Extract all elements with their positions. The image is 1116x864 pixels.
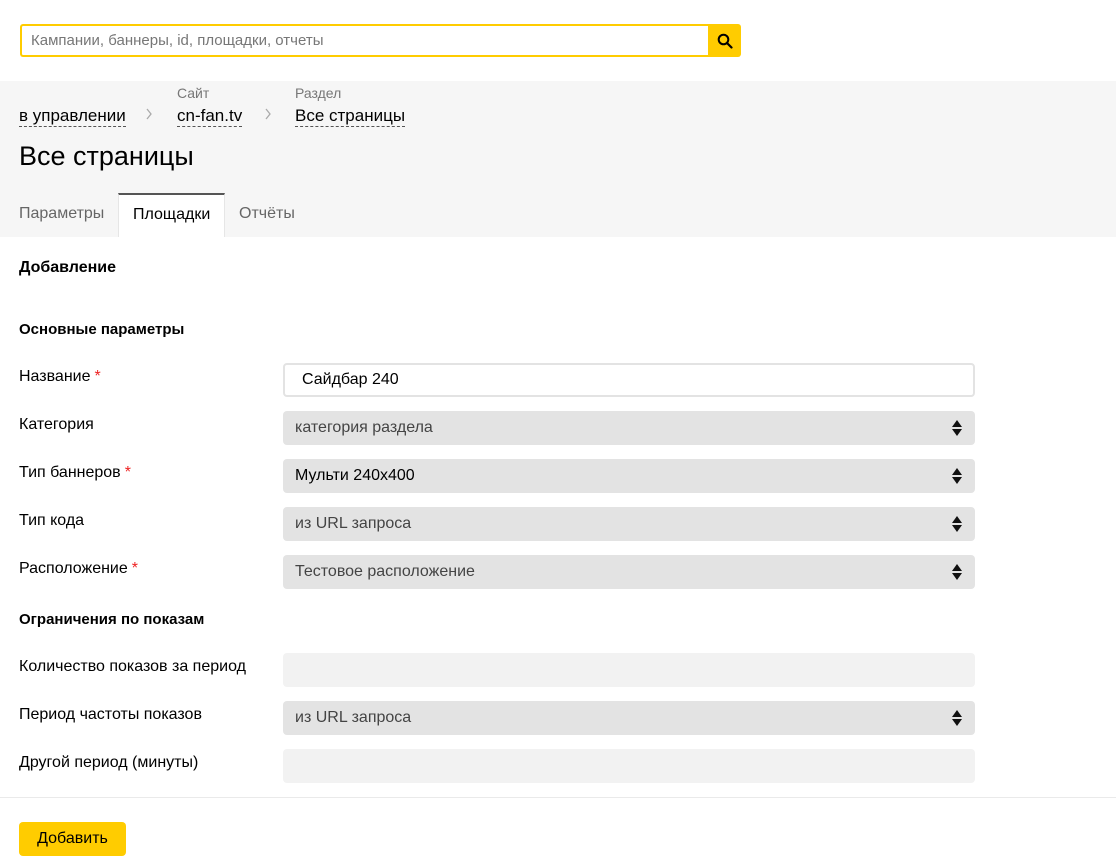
impressions-count-input[interactable] bbox=[283, 653, 975, 687]
code-type-select[interactable]: из URL запроса bbox=[283, 507, 975, 541]
section-impression-limits: Ограничения по показам bbox=[19, 611, 205, 628]
sort-arrows-icon bbox=[952, 710, 962, 726]
chevron-right-icon bbox=[146, 85, 154, 128]
tab-parameters[interactable]: Параметры bbox=[19, 193, 104, 237]
placement-select-value: Тестовое расположение bbox=[295, 563, 475, 580]
label-banner-type: Тип баннеров * bbox=[19, 464, 131, 482]
label-name: Название * bbox=[19, 368, 101, 386]
search-bar bbox=[20, 24, 741, 57]
breadcrumb-link-management[interactable]: в управлении bbox=[19, 106, 126, 127]
tabs: Параметры Площадки Отчёты bbox=[0, 193, 1116, 237]
label-placement-text: Расположение bbox=[19, 560, 128, 577]
required-mark: * bbox=[131, 560, 138, 577]
banner-type-select-value: Мульти 240x400 bbox=[295, 467, 415, 484]
label-frequency-period-text: Период частоты показов bbox=[19, 706, 202, 723]
label-name-text: Название bbox=[19, 368, 91, 385]
category-select[interactable]: категория раздела bbox=[283, 411, 975, 445]
search-button[interactable] bbox=[708, 24, 741, 57]
label-other-period-text: Другой период (минуты) bbox=[19, 754, 199, 771]
label-category-text: Категория bbox=[19, 416, 94, 433]
breadcrumb-caption: Раздел bbox=[295, 85, 342, 101]
frequency-period-select[interactable]: из URL запроса bbox=[283, 701, 975, 735]
category-select-value: категория раздела bbox=[295, 419, 433, 436]
label-code-type-text: Тип кода bbox=[19, 512, 85, 529]
breadcrumb-caption: Сайт bbox=[177, 85, 210, 101]
search-input[interactable] bbox=[20, 24, 708, 57]
label-frequency-period: Период частоты показов bbox=[19, 706, 202, 724]
label-impressions-count-text: Количество показов за период bbox=[19, 658, 246, 675]
name-input-value: Сайдбар 240 bbox=[302, 371, 399, 388]
frequency-period-select-value: из URL запроса bbox=[295, 709, 412, 726]
sort-arrows-icon bbox=[952, 564, 962, 580]
sort-arrows-icon bbox=[952, 420, 962, 436]
placement-select[interactable]: Тестовое расположение bbox=[283, 555, 975, 589]
banner-type-select[interactable]: Мульти 240x400 bbox=[283, 459, 975, 493]
search-icon bbox=[717, 33, 733, 49]
sort-arrows-icon bbox=[952, 468, 962, 484]
label-banner-type-text: Тип баннеров bbox=[19, 464, 121, 481]
label-other-period: Другой период (минуты) bbox=[19, 754, 198, 772]
label-code-type: Тип кода bbox=[19, 512, 84, 530]
breadcrumb-link-section[interactable]: Все страницы bbox=[295, 106, 406, 127]
tab-placements[interactable]: Площадки bbox=[118, 193, 226, 237]
page-title: Все страницы bbox=[19, 141, 194, 171]
form-heading: Добавление bbox=[19, 259, 117, 276]
tab-reports[interactable]: Отчёты bbox=[239, 193, 295, 237]
sort-arrows-icon bbox=[952, 516, 962, 532]
label-impressions-count: Количество показов за период bbox=[19, 658, 246, 676]
code-type-select-value: из URL запроса bbox=[295, 515, 412, 532]
other-period-input[interactable] bbox=[283, 749, 975, 783]
label-category: Категория bbox=[19, 416, 94, 434]
label-placement: Расположение * bbox=[19, 560, 138, 578]
required-mark: * bbox=[94, 368, 101, 385]
name-input[interactable]: Сайдбар 240 bbox=[283, 363, 975, 397]
footer-divider bbox=[0, 797, 1116, 798]
page-header: в управлении Сайт cn-fan.tv Раздел Все с… bbox=[0, 81, 1116, 237]
breadcrumb-link-site[interactable]: cn-fan.tv bbox=[177, 106, 243, 127]
add-button[interactable]: Добавить bbox=[19, 822, 126, 856]
required-mark: * bbox=[124, 464, 131, 481]
chevron-right-icon bbox=[265, 85, 273, 128]
section-main-params: Основные параметры bbox=[19, 321, 185, 338]
